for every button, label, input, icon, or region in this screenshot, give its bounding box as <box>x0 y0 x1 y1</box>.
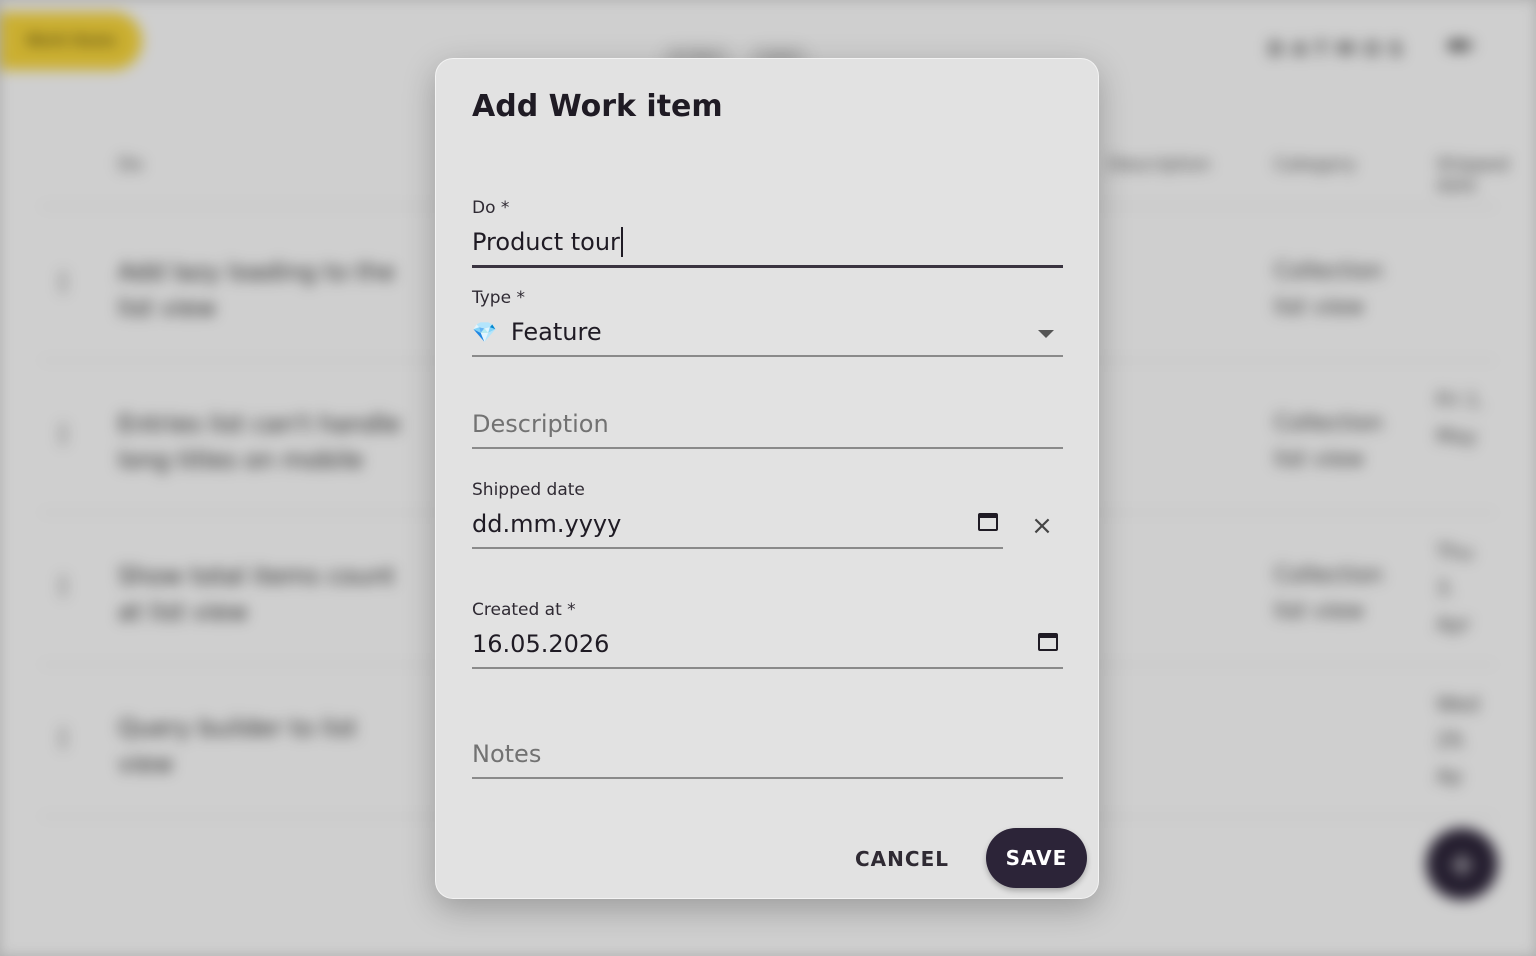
do-label: Do * <box>472 198 510 218</box>
do-field[interactable]: Do * Product tour <box>472 197 1063 268</box>
type-label: Type * <box>472 288 525 308</box>
type-value: Feature <box>510 318 602 346</box>
type-select[interactable]: 💎 Feature <box>472 309 1063 357</box>
created-at-value: 16.05.2026 <box>472 630 610 658</box>
shipped-date-label: Shipped date <box>472 480 585 500</box>
created-at-input[interactable]: 16.05.2026 <box>472 621 1063 669</box>
calendar-icon[interactable] <box>978 513 998 531</box>
notes-field[interactable]: Notes <box>472 731 1063 779</box>
shipped-date-value: dd.mm.yyyy <box>472 510 622 538</box>
cancel-button[interactable]: CANCEL <box>847 839 957 879</box>
shipped-date-field[interactable]: Shipped date dd.mm.yyyy <box>472 479 1003 549</box>
description-input[interactable]: Description <box>472 401 1063 449</box>
type-field[interactable]: Type * 💎 Feature <box>472 287 1063 357</box>
save-button[interactable]: SAVE <box>986 828 1087 888</box>
created-at-label: Created at * <box>472 600 576 620</box>
dialog-title: Add Work item <box>472 89 723 124</box>
notes-input[interactable]: Notes <box>472 731 1063 779</box>
description-placeholder: Description <box>472 410 609 438</box>
add-work-item-dialog: Add Work item Do * Product tour Type * 💎… <box>435 58 1099 899</box>
gem-icon: 💎 <box>472 320 497 344</box>
do-value: Product tour <box>472 228 620 256</box>
text-caret <box>620 227 623 257</box>
shipped-date-input[interactable]: dd.mm.yyyy <box>472 501 1003 549</box>
calendar-icon[interactable] <box>1038 633 1058 651</box>
notes-placeholder: Notes <box>472 740 542 768</box>
clear-icon[interactable]: × <box>1031 513 1053 539</box>
created-at-field[interactable]: Created at * 16.05.2026 <box>472 599 1063 669</box>
do-input[interactable]: Product tour <box>472 219 1063 268</box>
description-field[interactable]: Description <box>472 401 1063 449</box>
dropdown-arrow-icon <box>1038 330 1054 338</box>
